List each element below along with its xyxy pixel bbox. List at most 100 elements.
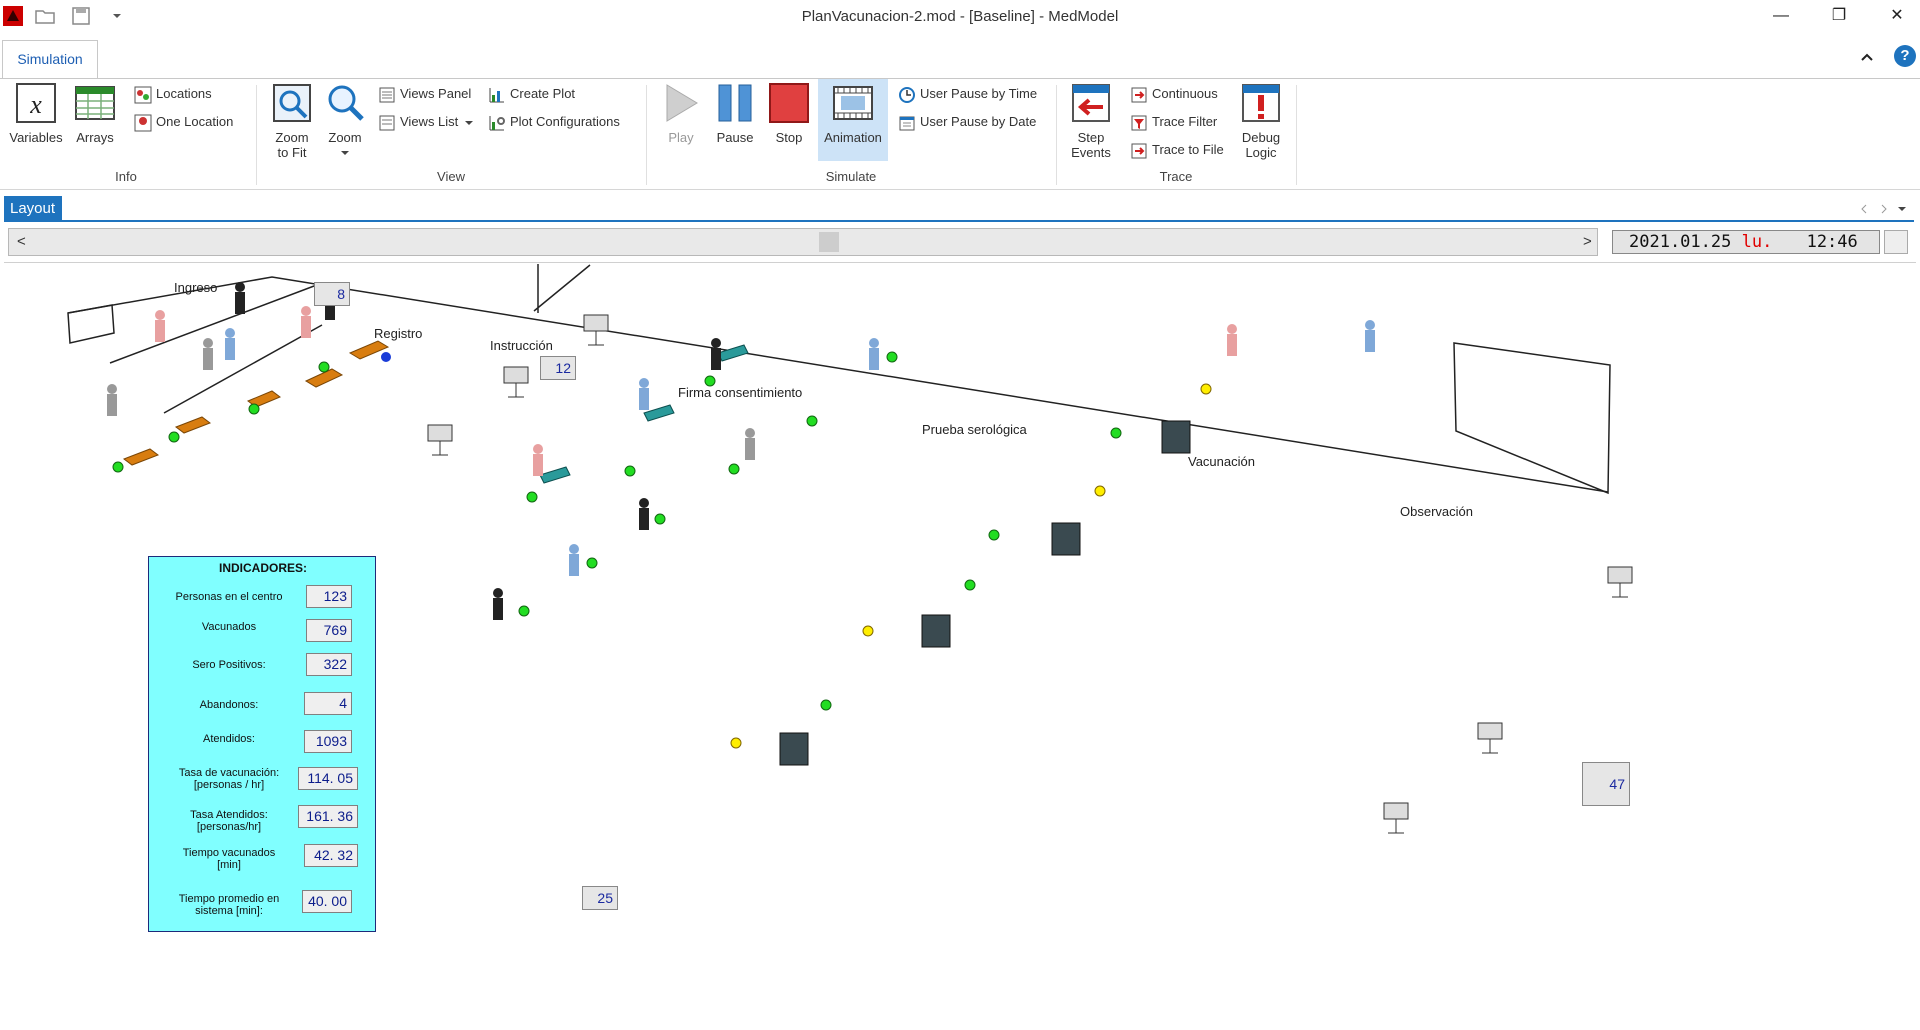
one-location-button[interactable]: One Location [134,111,233,133]
indicator-value: 123 [306,585,352,608]
area-label-prueba: Prueba serológica [922,422,1027,437]
animation-label: Animation [824,130,882,145]
indicator-label: Tiempo vacunados [min] [182,847,276,871]
plot-configurations-icon [489,115,505,131]
continuous-label: Continuous [1152,86,1218,101]
zoom-button[interactable]: Zoom [322,81,368,160]
arrays-button[interactable]: Arrays [68,81,122,145]
indicator-label: Personas en el centro [175,591,283,603]
step-events-label-2: Events [1071,145,1111,160]
tab-simulation[interactable]: Simulation [2,40,98,78]
one-location-icon [134,114,152,132]
clock-pause-icon [899,86,915,103]
scroll-right-arrow[interactable]: > [1583,233,1592,250]
stop-button[interactable]: Stop [764,81,814,145]
indicator-value: 40. 00 [302,890,352,913]
status-dot-blue [381,352,391,362]
animation-button[interactable]: Animation [818,79,888,161]
step-events-icon [1072,84,1110,122]
indicator-label: Sero Positivos: [192,659,266,671]
locations-icon [134,86,152,104]
locations-button[interactable]: Locations [134,83,212,105]
variables-icon: x [16,83,56,123]
create-plot-button[interactable]: Create Plot [488,83,575,105]
counter-bottom: 25 [582,886,618,910]
clock-time: 12:46 [1806,232,1858,252]
ribbon-tab-row: Simulation ? [0,38,1920,78]
user-pause-by-date-button[interactable]: User Pause by Date [898,111,1036,133]
simulation-clock: 2021.01.25 lu. 12:46 [1612,230,1880,254]
collapse-ribbon-icon[interactable] [1858,48,1876,66]
help-button[interactable]: ? [1894,45,1916,67]
views-panel-button[interactable]: Views Panel [378,83,471,105]
debug-logic-label-2: Logic [1245,145,1277,160]
minimize-button[interactable]: — [1758,0,1804,32]
zoom-to-fit-label-1: Zoom [275,130,309,145]
trace-to-file-button[interactable]: Trace to File [1130,139,1224,161]
arrays-label: Arrays [76,130,114,145]
indicator-label: Tasa de vacunación: [personas / hr] [178,767,280,791]
horizontal-scrollbar[interactable]: < > [8,228,1598,256]
trace-filter-button[interactable]: Trace Filter [1130,111,1217,133]
continuous-icon [1131,87,1147,103]
indicator-value: 769 [306,619,352,642]
area-label-vacunacion: Vacunación [1188,454,1255,469]
debug-logic-button[interactable]: Debug Logic [1236,81,1286,160]
area-label-registro: Registro [374,326,423,341]
trace-to-file-label: Trace to File [1152,142,1224,157]
scroll-left-arrow[interactable]: < [17,233,26,250]
clock-options-button[interactable] [1884,230,1908,254]
counter-instruccion: 12 [540,356,576,380]
counter-observacion: 47 [1582,762,1630,806]
ribbon-separator [646,85,647,185]
step-events-label-1: Step [1077,130,1105,145]
pause-icon [718,84,752,122]
close-button[interactable]: ✕ [1874,0,1920,32]
clock-date: 2021.01.25 [1629,232,1732,252]
views-list-icon [379,115,395,131]
stop-label: Stop [775,130,803,145]
title-bar: PlanVacunacion-2.mod - [Baseline] - MedM… [0,0,1920,32]
indicator-label: Abandonos: [199,699,259,711]
views-panel-icon [379,87,395,103]
scroll-thumb[interactable] [819,232,839,252]
trace-filter-label: Trace Filter [1152,114,1218,129]
group-label-view: View [437,169,465,184]
indicator-label: Tasa Atendidos: [personas/hr] [190,809,268,833]
zoom-label: Zoom [328,130,362,145]
area-label-instruccion: Instrucción [490,338,553,353]
tab-navigation-icons[interactable] [1860,202,1910,216]
tab-layout[interactable]: Layout [4,196,62,220]
step-events-button[interactable]: Step Events [1066,81,1116,160]
one-location-label: One Location [156,114,234,129]
svg-text:x: x [29,90,42,119]
zoom-dropdown-chevron-icon [341,151,349,155]
calendar-pause-icon [899,116,915,131]
zoom-to-fit-button[interactable]: Zoom to Fit [266,81,318,160]
group-label-info: Info [115,169,137,184]
plot-configurations-label: Plot Configurations [510,114,620,129]
restore-button[interactable]: ❐ [1816,0,1862,32]
user-pause-by-time-button[interactable]: User Pause by Time [898,83,1037,105]
group-label-simulate: Simulate [825,169,877,184]
group-label-trace: Trace [1159,169,1193,184]
area-label-ingreso: Ingreso [174,280,218,295]
window-title: PlanVacunacion-2.mod - [Baseline] - MedM… [801,8,1119,25]
tab-underline [4,220,1914,222]
pause-button[interactable]: Pause [710,81,760,145]
user-pause-by-date-label: User Pause by Date [920,114,1037,129]
debug-logic-icon [1242,84,1280,122]
workstation-desks [122,340,390,466]
arrays-icon [75,86,115,120]
views-list-button[interactable]: Views List [378,111,473,133]
plot-configurations-button[interactable]: Plot Configurations [488,111,620,133]
indicator-value: 42. 32 [304,844,358,867]
play-button[interactable]: Play [656,81,706,145]
locations-label: Locations [156,86,212,101]
continuous-button[interactable]: Continuous [1130,83,1218,105]
indicators-panel: INDICADORES: Personas en el centro 123 V… [148,556,376,932]
indicator-value: 4 [304,692,352,715]
views-list-chevron-icon [464,121,473,125]
create-plot-label: Create Plot [510,86,576,101]
variables-button[interactable]: x Variables [6,81,66,145]
